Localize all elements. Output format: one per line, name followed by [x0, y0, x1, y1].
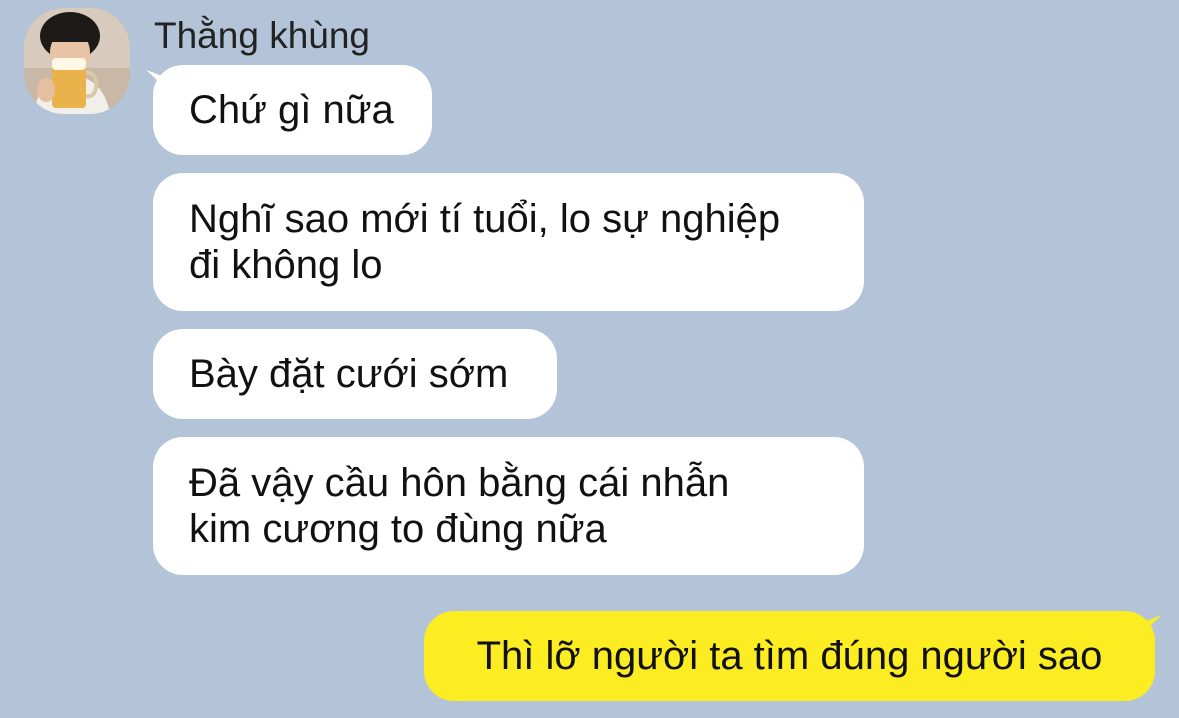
message-line: Bày đặt cưới sớm: [189, 352, 509, 396]
message-line: Thì lỡ người ta tìm đúng người sao: [476, 634, 1103, 678]
message-text: Đã vậy cầu hôn bằng cái nhẫn kim cương t…: [189, 460, 729, 552]
incoming-message[interactable]: Đã vậy cầu hôn bằng cái nhẫn kim cương t…: [153, 437, 864, 575]
message-line: kim cương to đùng nữa: [189, 507, 607, 551]
incoming-message[interactable]: Nghĩ sao mới tí tuổi, lo sự nghiệp đi kh…: [153, 173, 864, 311]
message-line: Đã vậy cầu hôn bằng cái nhẫn: [189, 461, 730, 505]
message-text: Nghĩ sao mới tí tuổi, lo sự nghiệp đi kh…: [189, 196, 780, 288]
contact-avatar[interactable]: [24, 8, 130, 114]
message-line: Nghĩ sao mới tí tuổi, lo sự nghiệp: [189, 197, 781, 241]
incoming-message[interactable]: Chứ gì nữa: [153, 65, 432, 155]
incoming-message[interactable]: Bày đặt cưới sớm: [153, 329, 557, 419]
chat-thread: Thằng khùng Chứ gì nữa Nghĩ sao mới tí t…: [0, 0, 1179, 718]
contact-name: Thằng khùng: [154, 15, 371, 56]
profile-photo-icon: [24, 8, 130, 114]
outgoing-message[interactable]: Thì lỡ người ta tìm đúng người sao: [424, 611, 1155, 701]
message-line: đi không lo: [189, 243, 383, 287]
message-line: Chứ gì nữa: [189, 88, 394, 132]
